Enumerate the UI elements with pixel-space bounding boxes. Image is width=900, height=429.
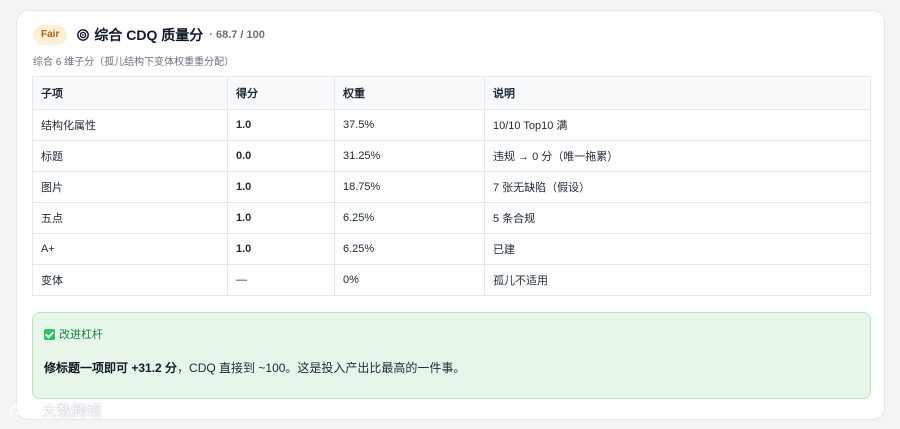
row-score: 1.0 (227, 233, 335, 265)
table-header-row: 子项 得分 权重 说明 (32, 76, 871, 110)
table-row: 变体 — 0% 孤儿不适用 (32, 264, 871, 296)
checkmark-icon (44, 328, 55, 340)
table-row: 结构化属性 1.0 37.5% 10/10 Top10 满 (32, 109, 871, 141)
callout-body-emphasis: 修标题一项即可 +31.2 分 (44, 361, 178, 375)
row-weight: 0% (334, 264, 485, 296)
callout-title: 改进杠杆 (44, 326, 103, 342)
row-weight: 37.5% (334, 109, 485, 141)
column-header-note: 说明 (484, 76, 871, 110)
row-weight: 31.25% (334, 140, 485, 172)
row-weight: 18.75% (334, 171, 485, 203)
card-subtitle: 综合 6 维子分（孤儿结构下变体权重重分配） (33, 57, 235, 68)
row-note: 7 张无缺陷（假设） (484, 171, 871, 203)
subscore-table: 子项 得分 权重 说明 结构化属性 1.0 37.5% 10/10 Top10 … (32, 76, 871, 296)
row-score: 0.0 (227, 140, 335, 172)
row-score: 1.0 (227, 109, 335, 141)
row-note: 已建 (484, 233, 871, 265)
row-weight: 6.25% (334, 202, 485, 234)
row-score: 1.0 (227, 202, 335, 234)
column-header-weight: 权重 (334, 76, 485, 110)
row-item: 标题 (32, 140, 228, 172)
column-header-item: 子项 (32, 76, 228, 110)
row-score: — (227, 264, 335, 296)
table-row: 标题 0.0 31.25% 违规 → 0 分（唯一拖累） (32, 140, 871, 172)
table-row: 图片 1.0 18.75% 7 张无缺陷（假设） (32, 171, 871, 203)
table-row: 五点 1.0 6.25% 5 条合规 (32, 202, 871, 234)
callout-body: 修标题一项即可 +31.2 分，CDQ 直接到 ~100。这是投入产出比最高的一… (44, 359, 465, 376)
row-weight: 6.25% (334, 233, 485, 265)
callout-body-text: ，CDQ 直接到 ~100。这是投入产出比最高的一件事。 (177, 361, 466, 375)
row-item: 五点 (32, 202, 228, 234)
callout-title-text: 改进杠杆 (59, 329, 103, 341)
row-item: 图片 (32, 171, 228, 203)
column-header-score: 得分 (227, 76, 335, 110)
row-note: 违规 → 0 分（唯一拖累） (484, 140, 871, 172)
row-score: 1.0 (227, 171, 335, 203)
row-item: 变体 (32, 264, 228, 296)
target-icon (77, 29, 90, 41)
row-note: 孤儿不适用 (484, 264, 871, 296)
row-item: 结构化属性 (32, 109, 228, 141)
card-title: 综合 CDQ 质量分 (94, 27, 204, 43)
watermark: 大数跨境 (8, 400, 102, 421)
row-note: 5 条合规 (484, 202, 871, 234)
rating-badge: Fair (33, 25, 68, 45)
watermark-text: 大数跨境 (42, 403, 103, 420)
row-item: A+ (32, 233, 228, 265)
card-header: Fair 综合 CDQ 质量分 · 68.7 / 100 (33, 25, 265, 45)
improvement-callout: 改进杠杆 修标题一项即可 +31.2 分，CDQ 直接到 ~100。这是投入产出… (32, 312, 871, 399)
watermark-logo-icon (9, 402, 32, 418)
overall-score: · 68.7 / 100 (209, 29, 265, 41)
cdq-score-card: Fair 综合 CDQ 质量分 · 68.7 / 100 综合 6 维子分（孤儿… (16, 10, 885, 420)
table-row: A+ 1.0 6.25% 已建 (32, 233, 871, 265)
row-note: 10/10 Top10 满 (484, 109, 871, 141)
